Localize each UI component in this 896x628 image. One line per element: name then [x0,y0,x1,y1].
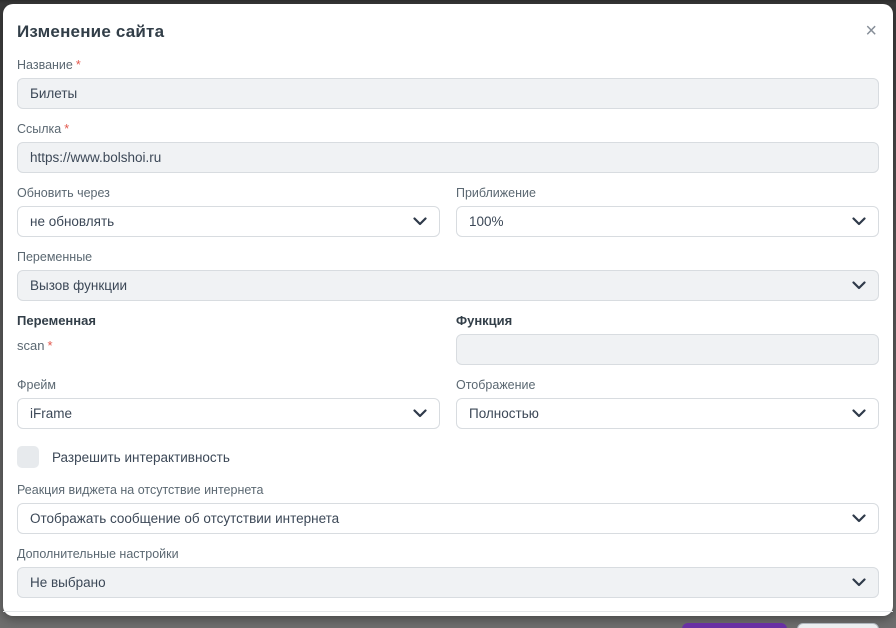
url-input[interactable] [17,142,879,173]
chevron-down-icon [413,409,427,418]
field-function: Функция [456,314,879,365]
extra-label: Дополнительные настройки [17,547,179,561]
refresh-label: Обновить через [17,186,110,200]
field-zoom: Приближение 100% [456,186,879,237]
variable-name-text: scan [17,338,45,353]
url-label: Ссылка * [17,122,879,136]
interactivity-checkbox[interactable] [17,446,39,468]
edit-site-modal: Изменение сайта × Название* Ссылка* Обно… [3,4,893,628]
field-frame: Фрейм iFrame [17,378,440,429]
field-variables: Переменные Вызов функции [17,250,879,301]
display-select[interactable]: Полностью [456,398,879,429]
variables-select[interactable]: Вызов функции [17,270,879,301]
offline-label: Реакция виджета на отсутствие интернета [17,483,264,497]
modal-title: Изменение сайта [17,22,165,41]
field-display: Отображение Полностью [456,378,879,429]
interactivity-label: Разрешить интерактивность [52,449,230,465]
function-input[interactable] [456,334,879,365]
required-asterisk: * [75,58,81,72]
function-label: Функция [456,313,513,328]
name-label-text: Название [17,58,73,72]
field-variable: Переменная scan * [17,314,440,365]
chevron-down-icon [852,281,866,290]
display-value: Полностью [469,406,539,421]
display-label: Отображение [456,378,536,392]
variable-name: scan * [17,338,440,353]
save-button[interactable]: Сохранить [682,623,787,628]
close-icon[interactable]: × [863,21,879,41]
extra-select[interactable]: Не выбрано [17,567,879,598]
modal-header: Изменение сайта × [17,21,879,42]
url-label-text: Ссылка [17,122,62,136]
required-asterisk: * [47,338,53,353]
field-offline: Реакция виджета на отсутствие интернета … [17,483,879,534]
field-name: Название * [17,58,879,109]
frame-label: Фрейм [17,378,56,392]
cancel-button[interactable]: Отмена [796,623,879,628]
field-extra: Дополнительные настройки Не выбрано [17,547,879,598]
variables-label: Переменные [17,250,93,264]
chevron-down-icon [852,514,866,523]
extra-value: Не выбрано [30,575,106,590]
chevron-down-icon [852,409,866,418]
row-refresh-zoom: Обновить через не обновлять Приближение … [17,186,879,250]
footer-buttons: Сохранить Отмена [682,623,879,628]
variable-label: Переменная [17,313,96,328]
required-asterisk: * [64,122,70,136]
name-input[interactable] [17,78,879,109]
refresh-select[interactable]: не обновлять [17,206,440,237]
zoom-value: 100% [469,214,504,229]
zoom-select[interactable]: 100% [456,206,879,237]
refresh-value: не обновлять [30,214,115,229]
field-refresh: Обновить через не обновлять [17,186,440,237]
modal-footer: *- обязательно для заполнения Сохранить … [3,611,893,628]
name-label: Название * [17,58,879,72]
chevron-down-icon [852,578,866,587]
zoom-label: Приближение [456,186,536,200]
chevron-down-icon [852,217,866,226]
field-interactivity: Разрешить интерактивность [17,446,879,468]
row-variable-function: Переменная scan * Функция [17,314,879,378]
offline-select[interactable]: Отображать сообщение об отсутствии интер… [17,503,879,534]
field-url: Ссылка * [17,122,879,173]
chevron-down-icon [413,217,427,226]
row-frame-display: Фрейм iFrame Отображение Полностью [17,378,879,442]
frame-select[interactable]: iFrame [17,398,440,429]
frame-value: iFrame [30,406,73,421]
variables-value: Вызов функции [30,278,128,293]
offline-value: Отображать сообщение об отсутствии интер… [30,511,340,526]
